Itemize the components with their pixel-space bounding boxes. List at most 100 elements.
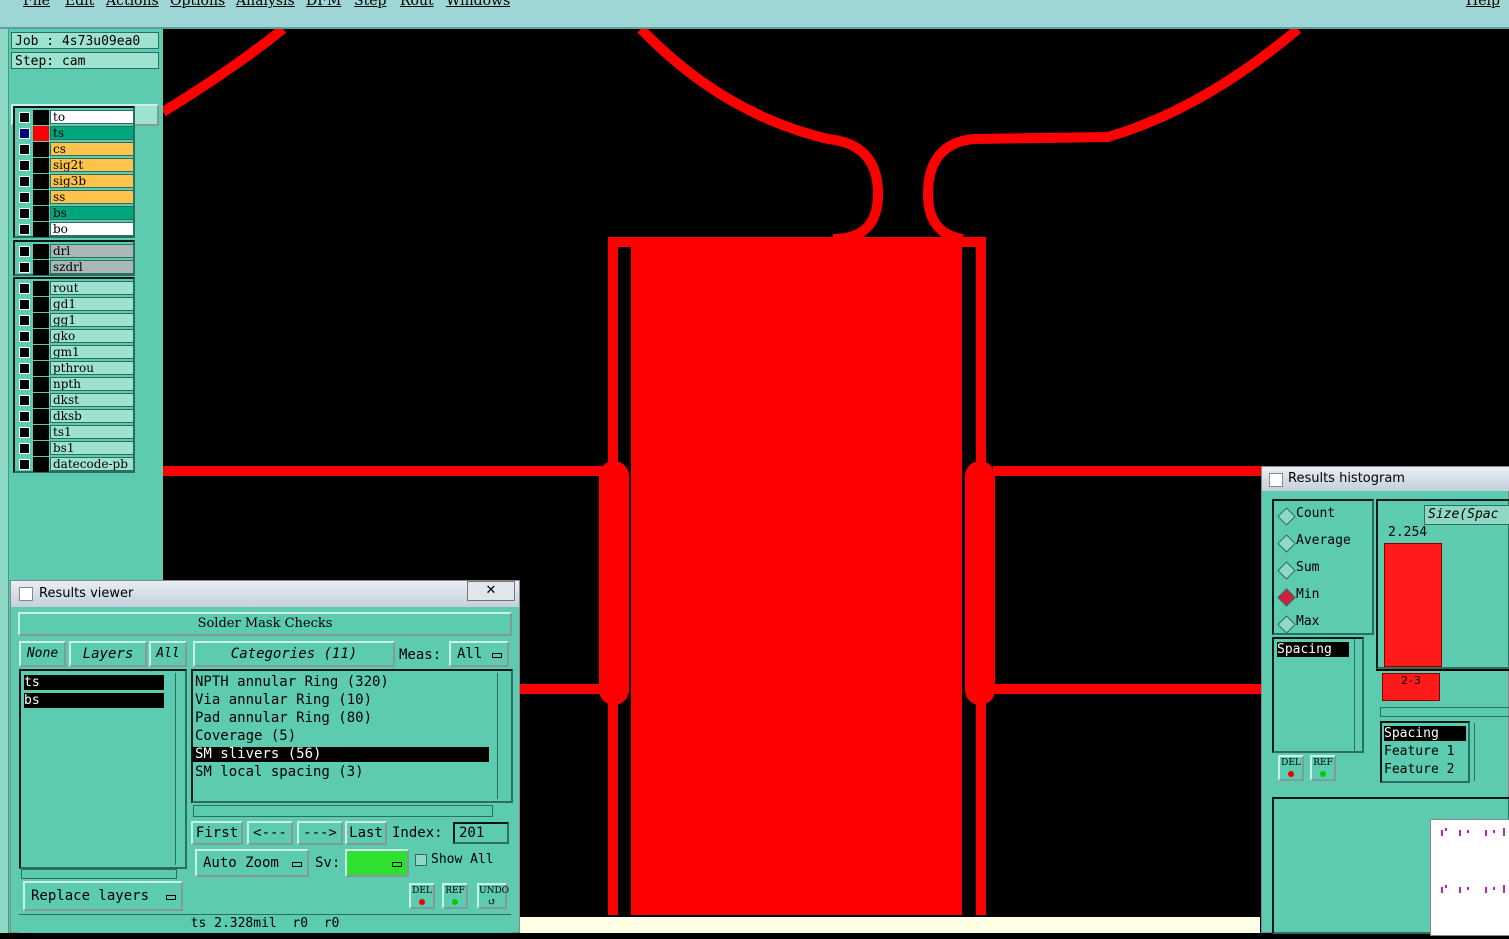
menu-file[interactable]: File <box>23 0 50 9</box>
layer-checkbox[interactable] <box>19 283 30 294</box>
layer-row[interactable]: bs1 <box>17 441 134 456</box>
layer-checkbox[interactable] <box>19 192 30 203</box>
menu-help[interactable]: Help <box>1466 0 1500 9</box>
layer-checkbox[interactable] <box>19 395 30 406</box>
results-viewer-titlebar[interactable]: Results viewer ✕ <box>11 581 519 607</box>
show-all-checkbox[interactable] <box>415 854 427 866</box>
all-button[interactable]: All <box>149 641 187 667</box>
none-button[interactable]: None <box>19 641 66 667</box>
layer-name[interactable]: gko <box>50 329 134 343</box>
layer-row[interactable]: to <box>17 110 134 125</box>
list-item[interactable]: Spacing <box>1384 726 1466 741</box>
layer-name[interactable]: pthrou <box>50 361 134 375</box>
histogram-right-list[interactable]: Spacing Feature 1 Feature 2 <box>1380 721 1470 783</box>
layer-name[interactable]: bs <box>50 206 134 220</box>
auto-zoom-select[interactable]: Auto Zoom <box>195 849 309 877</box>
list-item[interactable]: ts <box>24 675 164 690</box>
layer-name[interactable]: ss <box>50 190 134 204</box>
layer-checkbox[interactable] <box>19 459 30 470</box>
layer-row[interactable]: gko <box>17 329 134 344</box>
layer-row[interactable]: ts <box>17 126 134 141</box>
list-item[interactable]: Pad annular Ring (80) <box>193 711 489 726</box>
layer-row[interactable]: drl <box>17 244 134 259</box>
layers-button[interactable]: Layers <box>69 641 147 667</box>
layer-checkbox[interactable] <box>19 112 30 123</box>
layer-checkbox[interactable] <box>19 224 30 235</box>
menu-rout[interactable]: Rout <box>400 0 434 9</box>
category-list-scrollbar[interactable] <box>497 673 510 799</box>
layer-name[interactable]: szdrl <box>50 260 134 274</box>
category-list[interactable]: NPTH annular Ring (320) Via annular Ring … <box>191 669 513 803</box>
categories-button[interactable]: Categories (11) <box>193 641 395 667</box>
layer-checkbox[interactable] <box>19 246 30 257</box>
list-item[interactable]: bs <box>24 693 164 708</box>
layer-name[interactable]: dkst <box>50 393 134 407</box>
layer-checkbox[interactable] <box>19 411 30 422</box>
menu-options[interactable]: Options <box>170 0 225 9</box>
layer-name[interactable]: bs1 <box>50 441 134 455</box>
layer-row[interactable]: gd1 <box>17 297 134 312</box>
layer-checkbox[interactable] <box>19 160 30 171</box>
layer-row[interactable]: szdrl <box>17 260 134 275</box>
layer-checkbox[interactable] <box>19 443 30 454</box>
layer-row[interactable]: dksb <box>17 409 134 424</box>
histogram-titlebar[interactable]: Results histogram <box>1262 467 1509 491</box>
layer-list-hscroll[interactable] <box>21 869 177 879</box>
layer-name[interactable]: cs <box>50 142 134 156</box>
meas-select[interactable]: All <box>449 641 509 667</box>
layer-row[interactable]: bs <box>17 206 134 221</box>
del-button[interactable]: DEL <box>409 883 435 909</box>
prev-button[interactable]: <--- <box>247 821 293 845</box>
layer-row[interactable]: sig2t <box>17 158 134 173</box>
layer-row[interactable]: ss <box>17 190 134 205</box>
layer-name[interactable]: to <box>50 110 134 124</box>
list-item[interactable]: Feature 1 <box>1384 744 1454 759</box>
layer-checkbox[interactable] <box>19 208 30 219</box>
next-button[interactable]: ---> <box>297 821 343 845</box>
histogram-bar[interactable] <box>1384 543 1442 667</box>
close-button[interactable]: ✕ <box>467 581 515 601</box>
category-list-hscroll[interactable] <box>193 805 493 817</box>
hist-del-button[interactable]: DEL <box>1278 755 1304 781</box>
menu-actions[interactable]: Actions <box>106 0 159 9</box>
layer-name[interactable]: gm1 <box>50 345 134 359</box>
right-list-scrollbar[interactable] <box>1474 723 1487 781</box>
layer-row[interactable]: pthrou <box>17 361 134 376</box>
layer-list-scrollbar[interactable] <box>175 673 186 865</box>
layer-checkbox[interactable] <box>19 363 30 374</box>
layer-row[interactable]: ts1 <box>17 425 134 440</box>
layer-checkbox[interactable] <box>19 262 30 273</box>
menu-dfm[interactable]: DFM <box>306 0 341 9</box>
layer-checkbox[interactable] <box>19 128 30 139</box>
menu-analysis[interactable]: Analysis <box>236 0 295 9</box>
layer-checkbox[interactable] <box>19 379 30 390</box>
layer-row[interactable]: bo <box>17 222 134 237</box>
layer-name[interactable]: ts <box>50 126 134 140</box>
layer-name[interactable]: dksb <box>50 409 134 423</box>
layer-checkbox[interactable] <box>19 315 30 326</box>
list-item[interactable]: Via annular Ring (10) <box>193 693 489 708</box>
first-button[interactable]: First <box>191 821 243 845</box>
layer-row[interactable]: sig3b <box>17 174 134 189</box>
hist-ref-button[interactable]: REF <box>1310 755 1336 781</box>
list-item[interactable]: SM local spacing (3) <box>193 765 489 780</box>
list-item[interactable]: Feature 2 <box>1384 762 1454 777</box>
list-item[interactable]: Coverage (5) <box>193 729 489 744</box>
layer-name[interactable]: gd1 <box>50 297 134 311</box>
replace-layers-select[interactable]: Replace layers <box>23 881 183 911</box>
menu-step[interactable]: Step <box>354 0 386 9</box>
layer-name[interactable]: gg1 <box>50 313 134 327</box>
layer-row[interactable]: gm1 <box>17 345 134 360</box>
list-item[interactable]: Spacing <box>1277 642 1349 657</box>
layer-row[interactable]: npth <box>17 377 134 392</box>
last-button[interactable]: Last <box>345 821 387 845</box>
layer-row[interactable]: dkst <box>17 393 134 408</box>
layer-list[interactable]: ts bs <box>19 669 187 869</box>
layer-name[interactable]: npth <box>50 377 134 391</box>
layer-row[interactable]: datecode-pb <box>17 457 134 472</box>
histogram-left-list[interactable]: Spacing <box>1272 637 1364 753</box>
layer-name[interactable]: bo <box>50 222 134 236</box>
undo-button[interactable]: UNDO ↺ <box>477 883 509 909</box>
menu-windows[interactable]: Windows <box>446 0 510 9</box>
layer-name[interactable]: rout <box>50 281 134 295</box>
